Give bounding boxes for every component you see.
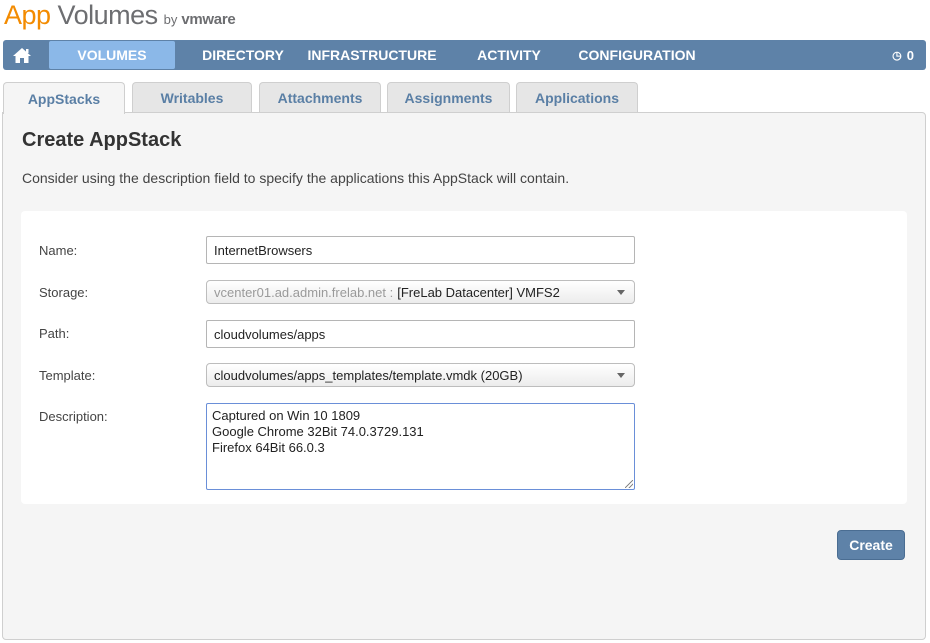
tab-attachments[interactable]: Attachments [259, 82, 381, 113]
description-label: Description: [39, 409, 108, 424]
page-title: Create AppStack [22, 129, 182, 151]
tab-appstacks[interactable]: AppStacks [3, 82, 125, 114]
storage-select[interactable]: vcenter01.ad.admin.frelab.net : [FreLab … [206, 280, 635, 304]
template-value: cloudvolumes/apps_templates/template.vmd… [214, 367, 523, 383]
tab-assignments[interactable]: Assignments [387, 82, 510, 113]
template-label: Template: [39, 368, 96, 383]
description-line: Firefox 64Bit 66.0.3 [212, 440, 325, 455]
name-label: Name: [39, 243, 78, 258]
description-textarea[interactable]: Captured on Win 10 1809 Google Chrome 32B… [206, 403, 635, 490]
logo-app-text: App [4, 0, 51, 30]
home-icon [13, 47, 31, 63]
home-button[interactable] [3, 40, 41, 70]
page-description: Consider using the description field to … [22, 170, 570, 186]
main-nav: VOLUMES DIRECTORY INFRASTRUCTURE ACTIVIT… [3, 40, 926, 70]
storage-host: vcenter01.ad.admin.frelab.net : [214, 284, 394, 300]
description-line: Google Chrome 32Bit 74.0.3729.131 [212, 424, 424, 439]
dropdown-arrow-icon [617, 290, 625, 295]
path-label: Path: [39, 326, 70, 341]
alerts-indicator[interactable]: ◷ 0 [892, 40, 914, 70]
nav-infrastructure[interactable]: INFRASTRUCTURE [303, 40, 441, 70]
storage-label: Storage: [39, 285, 89, 300]
logo-by-text: by [163, 12, 178, 27]
description-line: Captured on Win 10 1809 [212, 408, 361, 423]
nav-volumes[interactable]: VOLUMES [49, 41, 175, 69]
logo-volumes-text: Volumes [57, 0, 159, 30]
tab-writables[interactable]: Writables [132, 82, 252, 113]
dropdown-arrow-icon [617, 373, 625, 378]
app-volumes-logo: App Volumes by vmware [4, 0, 236, 36]
clock-icon: ◷ [892, 49, 902, 62]
logo-vmware-text: vmware [181, 11, 236, 28]
path-field[interactable]: cloudvolumes/apps [206, 320, 635, 348]
nav-activity[interactable]: ACTIVITY [459, 40, 559, 70]
appstack-panel: Create AppStack Consider using the descr… [2, 112, 926, 640]
nav-directory[interactable]: DIRECTORY [193, 40, 293, 70]
template-select[interactable]: cloudvolumes/apps_templates/template.vmd… [206, 363, 635, 387]
storage-datastore: [FreLab Datacenter] VMFS2 [397, 284, 560, 300]
name-field[interactable]: InternetBrowsers [206, 236, 635, 264]
tab-applications[interactable]: Applications [516, 82, 638, 113]
nav-configuration[interactable]: CONFIGURATION [577, 40, 697, 70]
create-button[interactable]: Create [837, 530, 905, 560]
alerts-count: 0 [906, 47, 914, 63]
resize-handle[interactable] [625, 480, 633, 488]
create-appstack-form: Name: InternetBrowsers Storage: vcenter0… [21, 211, 907, 504]
